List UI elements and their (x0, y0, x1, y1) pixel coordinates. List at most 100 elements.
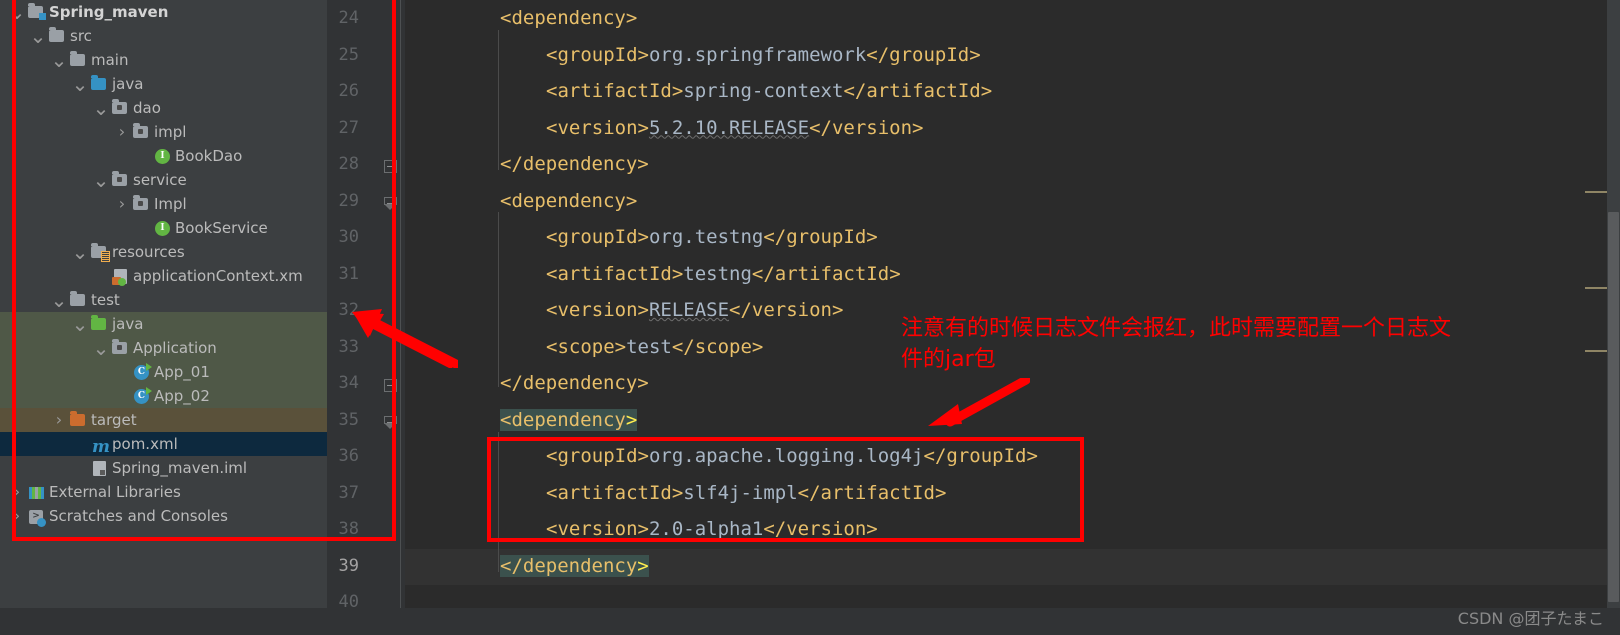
code-line-28[interactable]: </dependency> (405, 146, 649, 183)
code-token: <artifactId> (546, 80, 684, 102)
code-line-39[interactable]: </dependency> (405, 548, 649, 585)
fold-end-icon[interactable] (384, 415, 397, 429)
code-token: <groupId> (546, 226, 649, 248)
project-tree-panel[interactable]: ⌄ Spring_maven ⌄ src ⌄ main ⌄ java ⌄ dao › impl I Boo… (0, 0, 327, 635)
tree-item-label: Application (133, 339, 217, 357)
code-line-26[interactable]: <artifactId>spring-context</artifactId> (405, 73, 992, 110)
tree-item-pom-xml[interactable]: m pom.xml (0, 432, 327, 457)
tree-item-label: service (133, 171, 187, 189)
editor-scrollbar-track[interactable] (1607, 0, 1620, 635)
code-line-36[interactable]: <groupId>org.apache.logging.log4j</group… (405, 438, 1038, 475)
chevron-down-icon[interactable]: ⌄ (29, 24, 47, 48)
runnable-class-icon: C (131, 386, 152, 406)
tree-item-java[interactable]: ⌄ java (0, 312, 327, 336)
code-token: <groupId> (546, 43, 649, 66)
tree-item-impl[interactable]: › impl (0, 120, 327, 144)
fold-end-icon[interactable] (384, 196, 397, 210)
code-line-30[interactable]: <groupId>org.testng</groupId> (405, 219, 878, 256)
code-token: <artifactId> (546, 262, 684, 285)
code-line-34[interactable]: </dependency> (405, 365, 649, 402)
line-number-35: 35 (338, 409, 359, 430)
tree-item-app-01[interactable]: C App_01 (0, 360, 327, 384)
folder-icon (47, 26, 67, 46)
code-line-31[interactable]: <artifactId>testng</artifactId> (405, 256, 901, 293)
fold-collapse-icon[interactable] (384, 379, 397, 392)
code-line-29[interactable]: <dependency> (405, 183, 637, 220)
code-token: </version> (763, 518, 878, 540)
code-line-33[interactable]: <scope>test</scope> (405, 329, 763, 366)
tree-item-label: resources (112, 243, 185, 261)
gutter-divider (400, 0, 401, 635)
chevron-down-icon[interactable]: ⌄ (50, 48, 68, 72)
chevron-right-icon[interactable]: › (8, 504, 26, 528)
code-token: 5.2.10.RELEASE (648, 116, 810, 139)
tree-item-dao[interactable]: ⌄ dao (0, 96, 327, 120)
code-token: <dependency (500, 408, 626, 431)
chevron-down-icon[interactable]: ⌄ (92, 336, 110, 360)
tree-item-applicationcontext-xm[interactable]: applicationContext.xm (0, 264, 327, 288)
chevron-right-icon[interactable]: › (8, 480, 26, 504)
chevron-down-icon[interactable]: ⌄ (50, 288, 68, 312)
code-line-32[interactable]: <version>RELEASE</version> (405, 292, 843, 329)
package-folder-icon (131, 194, 151, 214)
code-text: </dependency> (500, 153, 649, 175)
code-line-25[interactable]: <groupId>org.springframework</groupId> (405, 37, 981, 74)
tree-item-label: java (112, 315, 144, 333)
code-token: </artifactId> (843, 80, 993, 102)
tree-item-label: pom.xml (112, 435, 178, 453)
tree-item-impl[interactable]: › Impl (0, 192, 327, 216)
code-token: </artifactId> (751, 262, 901, 285)
code-token: > (625, 408, 638, 431)
resources-folder-icon (89, 242, 110, 262)
tree-item-application[interactable]: ⌄ Application (0, 336, 327, 360)
chevron-down-icon[interactable]: ⌄ (71, 72, 89, 96)
code-line-38[interactable]: <version>2.0-alpha1</version> (405, 511, 878, 548)
tree-item-java[interactable]: ⌄ java (0, 72, 327, 96)
code-token: </dependency> (500, 153, 649, 175)
editor-scrollbar-thumb[interactable] (1608, 212, 1619, 602)
code-line-35[interactable]: <dependency> (405, 402, 638, 439)
tree-item-resources[interactable]: ⌄ resources (0, 240, 327, 264)
package-folder-icon (110, 338, 130, 358)
chevron-down-icon[interactable]: ⌄ (71, 312, 89, 336)
code-line-24[interactable]: <dependency> (405, 0, 637, 37)
chevron-down-icon[interactable]: ⌄ (92, 96, 110, 120)
code-token: <dependency> (500, 189, 638, 212)
tree-item-label: Scratches and Consoles (49, 507, 228, 525)
chevron-right-icon[interactable]: › (113, 120, 131, 144)
code-token: spring-context (683, 80, 844, 102)
tree-item-label: Impl (154, 195, 187, 213)
tree-item-external-libraries[interactable]: › External Libraries (0, 480, 327, 504)
chevron-right-icon[interactable]: › (113, 192, 131, 216)
tree-item-scratches-and-consoles[interactable]: › > Scratches and Consoles (0, 504, 327, 528)
tree-item-src[interactable]: ⌄ src (0, 24, 327, 48)
code-text: <artifactId>slf4j-impl</artifactId> (546, 482, 946, 504)
code-line-27[interactable]: <version>5.2.10.RELEASE</version> (405, 110, 924, 147)
tree-item-bookservice[interactable]: I BookService (0, 216, 327, 240)
tree-item-service[interactable]: ⌄ service (0, 168, 327, 192)
chevron-down-icon[interactable]: ⌄ (8, 0, 26, 24)
tree-item-spring-maven-iml[interactable]: Spring_maven.iml (0, 456, 327, 480)
editor-gutter[interactable]: 24 25 26 27 28 29 30 31 32 33 34 35 36 37 38 39 40 (327, 0, 405, 635)
line-number-36: 36 (338, 446, 359, 466)
tree-item-label: BookDao (175, 147, 243, 165)
line-number-31: 31 (338, 263, 359, 284)
code-token: </version> (729, 299, 844, 321)
chevron-down-icon[interactable]: ⌄ (71, 240, 89, 264)
matching-tag-highlight: </dependency> (500, 554, 649, 577)
chevron-down-icon[interactable]: ⌄ (92, 168, 110, 192)
chevron-right-icon[interactable]: › (50, 408, 68, 432)
tree-item-app-02[interactable]: C App_02 (0, 384, 327, 408)
code-token: test (626, 335, 672, 358)
tree-item-spring-maven[interactable]: ⌄ Spring_maven (0, 0, 327, 24)
code-token: 2.0-alpha1 (648, 518, 764, 540)
code-line-37[interactable]: <artifactId>slf4j-impl</artifactId> (405, 475, 946, 512)
tree-item-test[interactable]: ⌄ test (0, 288, 327, 312)
tree-item-target[interactable]: › target (0, 408, 327, 432)
fold-collapse-icon[interactable] (384, 160, 397, 173)
tree-item-label: impl (154, 123, 187, 141)
scratches-icon: > (26, 506, 46, 527)
tree-item-label: src (70, 27, 92, 45)
tree-item-main[interactable]: ⌄ main (0, 48, 327, 72)
tree-item-bookdao[interactable]: I BookDao (0, 144, 327, 168)
